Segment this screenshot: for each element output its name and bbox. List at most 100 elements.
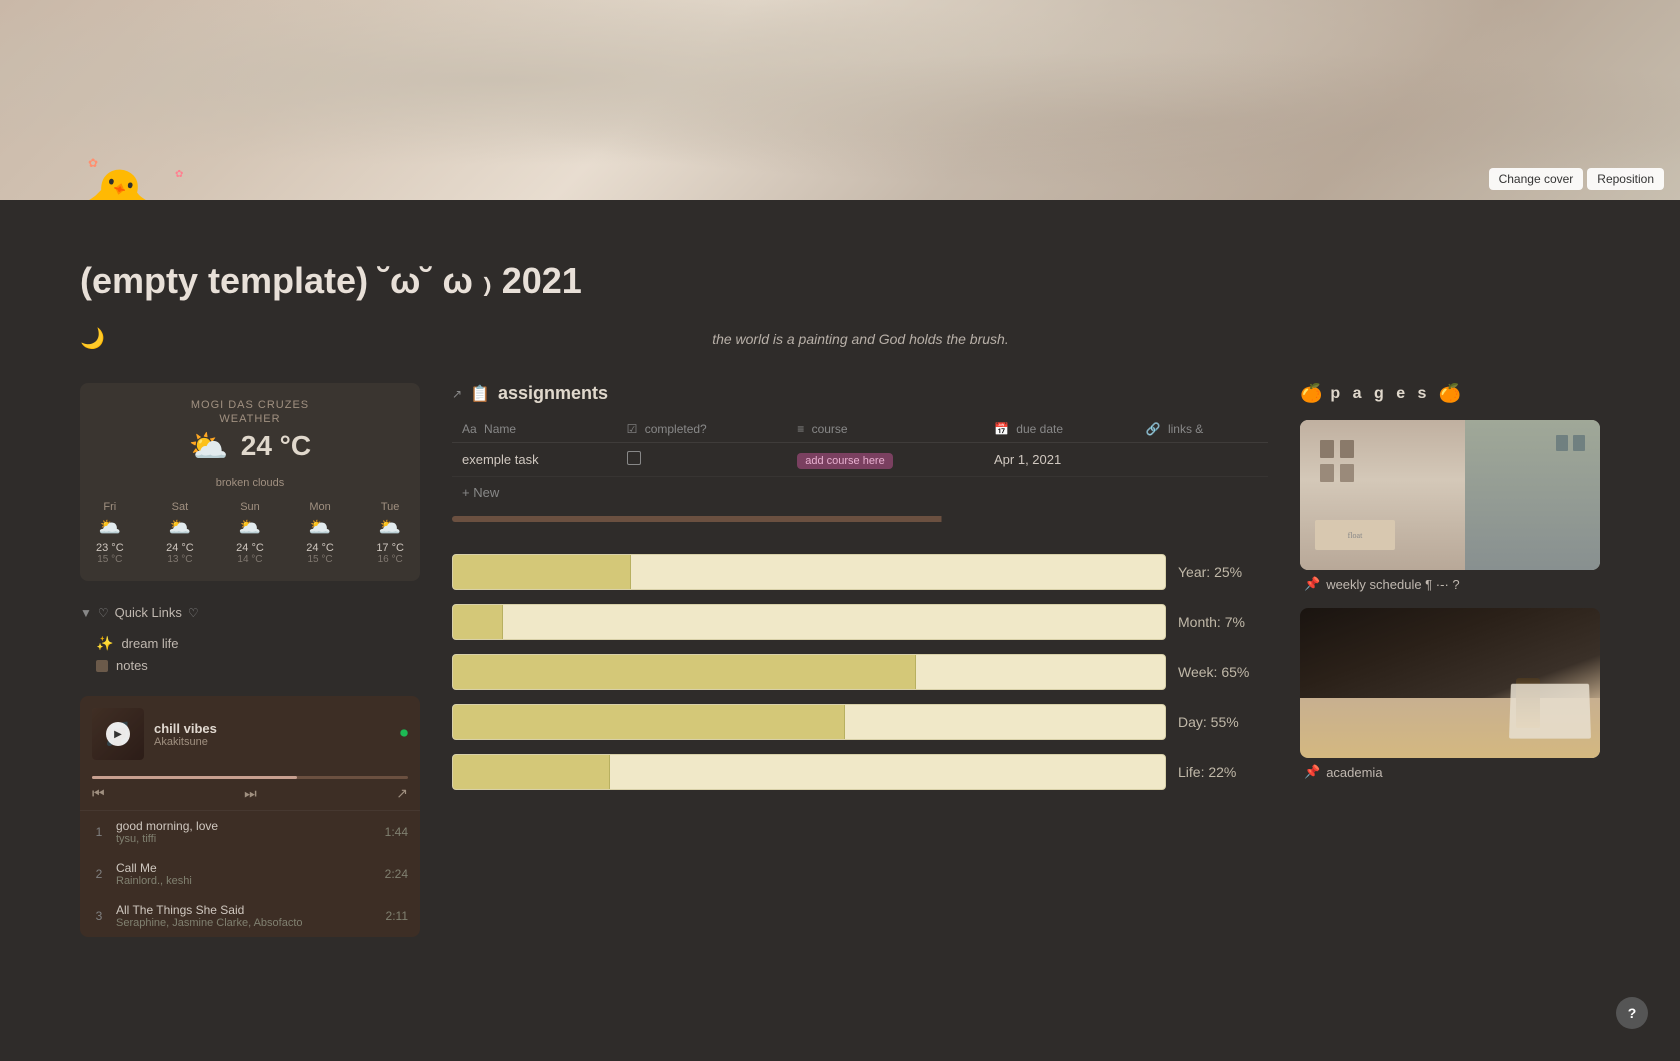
track-name: All The Things She Said [116, 903, 376, 917]
weather-temp-main: 24 °C [241, 430, 311, 462]
music-controls: ⏮ ⏭ ↗ [80, 772, 420, 810]
day-name: Mon [309, 501, 330, 513]
progress-life: Life: 22% [452, 754, 1268, 790]
page-card-title-2: academia [1326, 765, 1382, 780]
pages-icon-left: 🍊 [1300, 383, 1322, 404]
weather-main: ⛅ 24 °C [96, 427, 404, 465]
track-info: good morning, love tysu, tiffi [116, 819, 375, 845]
checkbox[interactable] [627, 451, 641, 465]
share-button[interactable]: ↗ [396, 785, 408, 802]
quick-link-dream-life[interactable]: ✨ dream life [80, 632, 420, 655]
weather-subtitle: WEATHER [96, 413, 404, 425]
change-cover-button[interactable]: Change cover [1489, 168, 1584, 190]
left-column: MOGI DAS CRUZES WEATHER ⛅ 24 °C broken c… [80, 383, 420, 937]
music-player: 🎵 ▶ chill vibes Akakitsune ⏺ [80, 696, 420, 937]
music-progress-fill [92, 776, 297, 779]
next-button[interactable]: ⏭ [244, 785, 257, 802]
text-icon: Aa [462, 422, 477, 436]
task-due-date-cell[interactable]: Apr 1, 2021 [984, 443, 1136, 477]
track-item[interactable]: 2 Call Me Rainlord., keshi 2:24 [80, 853, 420, 895]
building-left: float [1300, 420, 1465, 570]
bookmark-icon-2: 📌 [1304, 764, 1320, 780]
progress-fill-year [453, 555, 631, 589]
table-scrollbar[interactable] [452, 516, 1268, 522]
quick-links-toggle[interactable]: ▼ ♡ Quick Links ♡ [80, 601, 420, 624]
col-links: 🔗 links & [1136, 416, 1268, 443]
progress-label-day: Day: 55% [1178, 714, 1268, 730]
day-low: 14 °C [237, 554, 262, 565]
track-number: 2 [92, 867, 106, 881]
track-duration: 2:11 [386, 909, 408, 923]
link-icon: 🔗 [1146, 422, 1161, 436]
course-tag: add course here [797, 453, 893, 469]
task-course-cell[interactable]: add course here [787, 443, 984, 477]
day-icon: 🌥️ [99, 517, 121, 538]
reposition-button[interactable]: Reposition [1587, 168, 1664, 190]
track-info: Call Me Rainlord., keshi [116, 861, 375, 887]
three-column-layout: MOGI DAS CRUZES WEATHER ⛅ 24 °C broken c… [80, 383, 1600, 937]
day-low: 15 °C [307, 554, 332, 565]
track-item[interactable]: 3 All The Things She Said Seraphine, Jas… [80, 895, 420, 937]
task-links-cell[interactable] [1136, 443, 1268, 477]
quick-link-label: notes [116, 658, 148, 673]
progress-month: Month: 7% [452, 604, 1268, 640]
progress-year: Year: 25% [452, 554, 1268, 590]
day-high: 23 °C [96, 542, 124, 554]
col-course: ≡ course [787, 416, 984, 443]
building-right [1465, 420, 1600, 570]
assignments-title: assignments [498, 383, 608, 404]
day-icon: 🌥️ [309, 517, 331, 538]
task-completed-cell[interactable] [617, 443, 788, 477]
calendar-icon: 📅 [994, 422, 1009, 436]
progress-bar-month [452, 604, 1166, 640]
progress-bar-life [452, 754, 1166, 790]
progress-fill-week [453, 655, 916, 689]
progress-label-month: Month: 7% [1178, 614, 1268, 630]
track-item[interactable]: 1 good morning, love tysu, tiffi 1:44 [80, 811, 420, 853]
day-name: Sat [172, 501, 189, 513]
music-top-area: 🎵 ▶ chill vibes Akakitsune ⏺ [80, 696, 420, 772]
page-card-image-1: float [1300, 420, 1600, 570]
track-name: Call Me [116, 861, 375, 875]
progress-fill-day [453, 705, 845, 739]
page-icon-area: 🐣 [80, 170, 155, 200]
music-progress-bg[interactable] [92, 776, 408, 779]
quote-text: the world is a painting and God holds th… [121, 331, 1600, 347]
day-name: Sun [240, 501, 260, 513]
weather-icon-main: ⛅ [189, 427, 229, 465]
bookmark-icon: 📌 [1304, 576, 1320, 592]
progress-bar-day [452, 704, 1166, 740]
music-playlist-title: chill vibes [154, 721, 390, 736]
col-completed: ☑ completed? [617, 416, 788, 443]
expand-icon[interactable]: ↗ [452, 387, 462, 401]
pages-icon-right: 🍊 [1438, 383, 1460, 404]
page-icon: 🐣 [80, 166, 155, 200]
play-overlay[interactable]: ▶ [92, 708, 144, 760]
prev-button[interactable]: ⏮ [92, 785, 105, 802]
add-new-button[interactable]: + New [452, 477, 1268, 508]
track-info: All The Things She Said Seraphine, Jasmi… [116, 903, 376, 929]
day-high: 17 °C [376, 542, 404, 554]
music-tracklist: 1 good morning, love tysu, tiffi 1:44 2 … [80, 810, 420, 937]
page-content: (empty template) ˘ω˘ ω ₎ 2021 🌙 the worl… [0, 200, 1680, 1061]
coffee-scene [1300, 608, 1600, 758]
table-row: exemple task add course here Apr 1, 2021 [452, 443, 1268, 477]
task-name-cell[interactable]: exemple task [452, 443, 617, 477]
page-card-academia[interactable]: 📌 academia [1300, 608, 1600, 780]
day-high: 24 °C [166, 542, 194, 554]
track-number: 1 [92, 825, 106, 839]
progress-label-life: Life: 22% [1178, 764, 1268, 780]
day-icon: 🌥️ [379, 517, 401, 538]
day-high: 24 °C [306, 542, 334, 554]
weather-day-sat: Sat 🌥️ 24 °C 13 °C [166, 501, 194, 565]
help-button[interactable]: ? [1616, 997, 1648, 1029]
assignments-header: ↗ 📋 assignments [452, 383, 1268, 404]
quick-link-notes[interactable]: notes [80, 655, 420, 676]
page-card-weekly[interactable]: float 📌 weekly schedule ¶ ·-· ? [1300, 420, 1600, 592]
progress-day: Day: 55% [452, 704, 1268, 740]
progress-fill-life [453, 755, 610, 789]
weather-days: Fri 🌥️ 23 °C 15 °C Sat 🌥️ 24 °C 13 °C [96, 501, 404, 565]
play-button[interactable]: ▶ [106, 722, 130, 746]
day-icon: 🌥️ [239, 517, 261, 538]
track-number: 3 [92, 909, 106, 923]
